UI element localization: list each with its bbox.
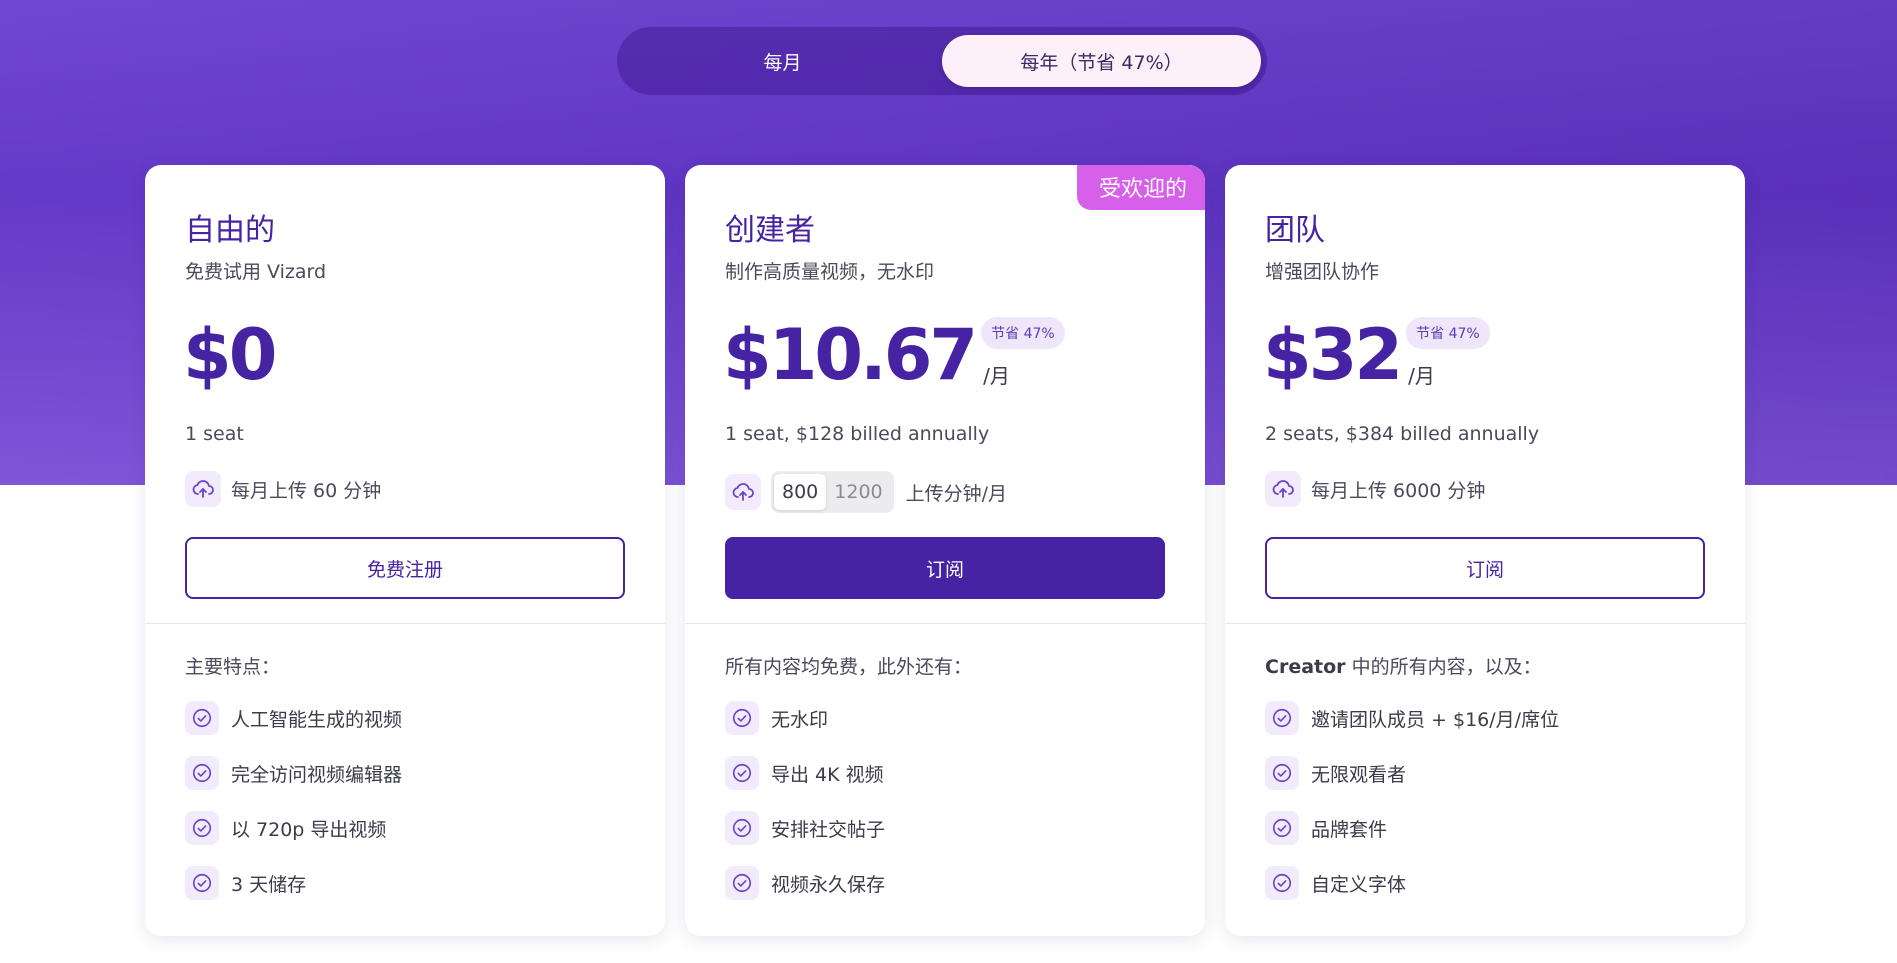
check-circle-icon: [725, 811, 759, 845]
check-circle-icon: [725, 756, 759, 790]
check-circle-icon: [725, 866, 759, 900]
features-heading: 所有内容均免费，此外还有：: [725, 656, 973, 678]
plan-name: 团队: [1265, 213, 1325, 248]
cloud-upload-icon: [185, 471, 221, 507]
save-badge: 节省 47%: [1406, 317, 1490, 349]
billing-toggle[interactable]: 每月 每年（节省 47%）: [617, 27, 1267, 95]
feature-label: 无水印: [771, 708, 829, 731]
save-badge: 节省 47%: [981, 317, 1065, 349]
plan-subtitle: 制作高质量视频，无水印: [725, 261, 935, 283]
check-circle-icon: [725, 701, 759, 735]
plan-card-team: 团队 增强团队协作 $32 节省 47% /月 2 seats, $384 bi…: [1225, 165, 1745, 936]
plan-price: $32: [1263, 314, 1403, 396]
list-item: 邀请团队成员 + $16/月/席位: [1265, 700, 1705, 736]
list-item: 无限观看者: [1265, 755, 1705, 791]
feature-label: 视频永久保存: [771, 873, 886, 896]
plan-card-creator: 受欢迎的 创建者 制作高质量视频，无水印 $10.67 节省 47% /月 1 …: [685, 165, 1205, 936]
cloud-upload-icon: [725, 474, 761, 510]
upload-minutes-label: 每月上传 60 分钟: [231, 479, 382, 502]
list-item: 完全访问视频编辑器: [185, 755, 625, 791]
per-month-label: /月: [1408, 364, 1435, 388]
features-heading-rest: 中的所有内容，以及：: [1345, 656, 1542, 678]
list-item: 品牌套件: [1265, 810, 1705, 846]
check-circle-icon: [1265, 701, 1299, 735]
upload-minutes-label: 上传分钟/月: [905, 482, 1008, 505]
plan-seats: 2 seats, $384 billed annually: [1265, 423, 1540, 445]
feature-label: 导出 4K 视频: [771, 763, 884, 786]
plan-price: $10.67: [723, 314, 978, 396]
plan-card-free: 自由的 免费试用 Vizard $0 1 seat 每月上传 60 分钟 免费注…: [145, 165, 665, 936]
features-heading: 主要特点：: [185, 656, 281, 678]
creator-subscribe-button[interactable]: 订阅: [725, 537, 1165, 599]
features-heading-bold: Creator: [1265, 656, 1346, 678]
list-item: 安排社交帖子: [725, 810, 1165, 846]
team-subscribe-button[interactable]: 订阅: [1265, 537, 1705, 599]
check-circle-icon: [1265, 866, 1299, 900]
plan-subtitle: 免费试用 Vizard: [185, 261, 327, 283]
check-circle-icon: [1265, 756, 1299, 790]
upload-option-1200[interactable]: 1200: [826, 474, 890, 510]
billing-yearly-option[interactable]: 每年（节省 47%）: [942, 35, 1261, 87]
list-item: 3 天储存: [185, 865, 625, 901]
feature-label: 人工智能生成的视频: [231, 708, 403, 731]
check-circle-icon: [185, 701, 219, 735]
upload-option-800[interactable]: 800: [774, 474, 827, 510]
plan-name: 自由的: [185, 213, 275, 248]
feature-label: 完全访问视频编辑器: [231, 763, 403, 786]
plan-subtitle: 增强团队协作: [1265, 261, 1380, 283]
features-heading: Creator 中的所有内容，以及：: [1265, 652, 1705, 678]
cloud-upload-icon: [1265, 471, 1301, 507]
free-signup-button[interactable]: 免费注册: [185, 537, 625, 599]
feature-list: 无水印 导出 4K 视频 安排社交帖子 视频永久保存: [725, 700, 1165, 901]
list-item: 自定义字体: [1265, 865, 1705, 901]
list-item: 以 720p 导出视频: [185, 810, 625, 846]
feature-label: 3 天储存: [231, 873, 307, 896]
billing-monthly-option[interactable]: 每月: [623, 35, 942, 87]
list-item: 无水印: [725, 700, 1165, 736]
feature-label: 安排社交帖子: [771, 818, 886, 841]
list-item: 视频永久保存: [725, 865, 1165, 901]
feature-list: 邀请团队成员 + $16/月/席位 无限观看者 品牌套件 自定义字体: [1265, 700, 1705, 901]
feature-label: 自定义字体: [1311, 873, 1407, 896]
feature-label: 无限观看者: [1311, 763, 1407, 786]
plan-seats: 1 seat: [185, 423, 244, 445]
plan-name: 创建者: [725, 213, 815, 248]
list-item: 导出 4K 视频: [725, 755, 1165, 791]
feature-label: 品牌套件: [1311, 818, 1388, 841]
plan-price: $0: [183, 314, 277, 396]
upload-minutes-label: 每月上传 6000 分钟: [1311, 479, 1486, 502]
check-circle-icon: [185, 866, 219, 900]
check-circle-icon: [1265, 811, 1299, 845]
feature-list: 人工智能生成的视频 完全访问视频编辑器 以 720p 导出视频 3 天储存: [185, 700, 625, 901]
check-circle-icon: [185, 811, 219, 845]
check-circle-icon: [185, 756, 219, 790]
upload-minutes-selector[interactable]: 800 1200: [771, 471, 894, 513]
feature-label: 邀请团队成员 + $16/月/席位: [1311, 708, 1560, 731]
plan-seats: 1 seat, $128 billed annually: [725, 423, 990, 445]
list-item: 人工智能生成的视频: [185, 700, 625, 736]
per-month-label: /月: [983, 364, 1010, 388]
feature-label: 以 720p 导出视频: [231, 818, 387, 841]
